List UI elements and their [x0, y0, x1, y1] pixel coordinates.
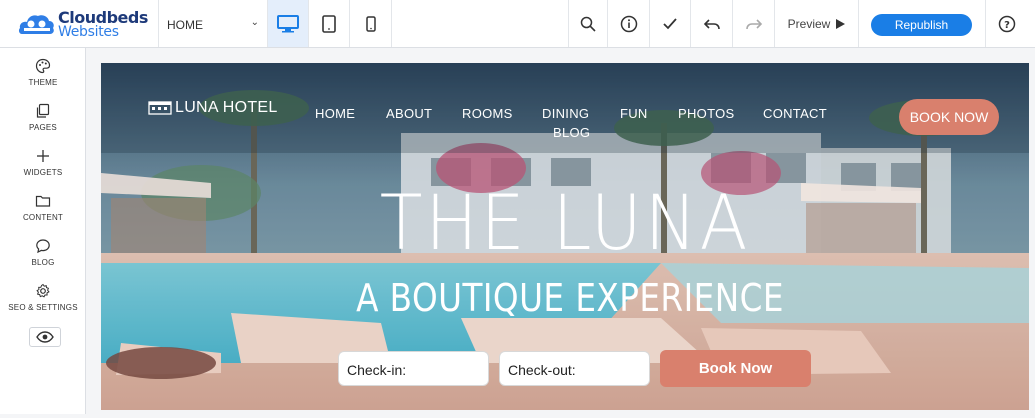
- nav-item-rooms[interactable]: ROOMS: [462, 106, 513, 121]
- nav-item-dining[interactable]: DINING: [542, 106, 589, 121]
- page-select-dropdown[interactable]: HOME ⌄: [158, 0, 268, 47]
- preview-label: Preview: [787, 16, 831, 31]
- sidebar-item-content[interactable]: CONTENT: [0, 192, 86, 232]
- nav-item-photos[interactable]: PHOTOS: [678, 106, 734, 121]
- site-brand-name: LUNA HOTEL: [175, 99, 278, 116]
- editor-window: Cloudbeds Websites HOME ⌄ Preview Republ…: [0, 0, 1035, 418]
- preview-button[interactable]: Preview: [775, 0, 859, 47]
- nav-item-contact[interactable]: CONTACT: [763, 106, 827, 121]
- nav-item-fun[interactable]: FUN: [620, 106, 648, 121]
- mobile-view-button[interactable]: [350, 0, 392, 47]
- help-button[interactable]: ?: [985, 0, 1027, 47]
- cloudbeds-logo[interactable]: Cloudbeds Websites: [18, 8, 148, 42]
- desktop-view-button[interactable]: [268, 0, 309, 47]
- hero-subtitle: A BOUTIQUE EXPERIENCE: [356, 276, 784, 320]
- sidebar-item-pages[interactable]: PAGES: [0, 102, 86, 142]
- pages-icon: [36, 103, 50, 118]
- search-icon: [580, 16, 596, 32]
- nav-item-home[interactable]: HOME: [315, 106, 355, 121]
- sidebar-item-label: THEME: [28, 78, 58, 87]
- redo-button[interactable]: [733, 0, 775, 47]
- left-sidebar: THEME PAGES WIDGETS CONTENT BLOG SEO & S…: [0, 48, 86, 414]
- hero-title: THE LUNA: [379, 178, 751, 267]
- visibility-toggle-button[interactable]: [29, 327, 61, 347]
- mobile-icon: [365, 15, 376, 32]
- sidebar-item-label: BLOG: [31, 258, 55, 267]
- hotel-building-icon: [148, 101, 172, 115]
- book-now-header-button[interactable]: BOOK NOW: [899, 99, 999, 135]
- site-brand[interactable]: LUNA HOTEL: [148, 99, 278, 117]
- sidebar-item-label: CONTENT: [22, 213, 64, 222]
- palette-icon: [35, 58, 51, 74]
- republish-button[interactable]: Republish: [871, 14, 972, 36]
- sidebar-item-blog[interactable]: BLOG: [0, 237, 86, 277]
- search-button[interactable]: [568, 0, 608, 47]
- help-icon: ?: [998, 15, 1015, 32]
- logo-line1: Cloudbeds: [58, 8, 148, 27]
- nav-item-blog[interactable]: BLOG: [553, 125, 590, 140]
- chat-bubble-icon: [36, 239, 50, 254]
- gear-icon: [36, 283, 50, 298]
- site-nav: HOME ABOUT ROOMS DINING FUN PHOTOS CONTA…: [315, 106, 835, 146]
- nav-item-about[interactable]: ABOUT: [386, 106, 432, 121]
- sidebar-item-label: WIDGETS: [23, 168, 63, 177]
- sidebar-item-seo-settings[interactable]: SEO & SETTINGS: [0, 282, 86, 322]
- logo-line2: Websites: [58, 24, 119, 40]
- undo-icon: [703, 18, 720, 29]
- tablet-icon: [322, 14, 336, 33]
- checkout-field[interactable]: Check-out:: [499, 351, 650, 386]
- desktop-icon: [277, 14, 299, 32]
- plus-icon: [37, 150, 49, 162]
- checkin-label: Check-in:: [347, 362, 407, 378]
- play-icon: [836, 18, 846, 29]
- top-toolbar: Cloudbeds Websites HOME ⌄ Preview Republ…: [0, 0, 1035, 48]
- svg-text:?: ?: [1004, 20, 1010, 31]
- checkout-label: Check-out:: [508, 362, 576, 378]
- redo-icon: [745, 18, 762, 29]
- sidebar-item-label: PAGES: [29, 123, 57, 132]
- checkmark-icon: [663, 17, 677, 29]
- page-select-value: HOME: [167, 18, 203, 32]
- check-button[interactable]: [650, 0, 691, 47]
- logo-wordmark: Cloudbeds Websites: [58, 10, 148, 40]
- website-preview-canvas[interactable]: LUNA HOTEL HOME ABOUT ROOMS DINING FUN P…: [101, 63, 1029, 410]
- sidebar-item-label: SEO & SETTINGS: [8, 303, 78, 312]
- checkin-field[interactable]: Check-in:: [338, 351, 489, 386]
- info-button[interactable]: [608, 0, 650, 47]
- sidebar-item-theme[interactable]: THEME: [0, 57, 86, 97]
- undo-button[interactable]: [691, 0, 733, 47]
- sidebar-item-widgets[interactable]: WIDGETS: [0, 147, 86, 187]
- tablet-view-button[interactable]: [309, 0, 350, 47]
- info-icon: [620, 15, 637, 32]
- chevron-down-icon: ⌄: [250, 17, 259, 28]
- eye-icon: [36, 331, 54, 343]
- book-now-button[interactable]: Book Now: [660, 350, 811, 387]
- folder-icon: [35, 195, 51, 207]
- cloud-logo-icon: [18, 15, 54, 34]
